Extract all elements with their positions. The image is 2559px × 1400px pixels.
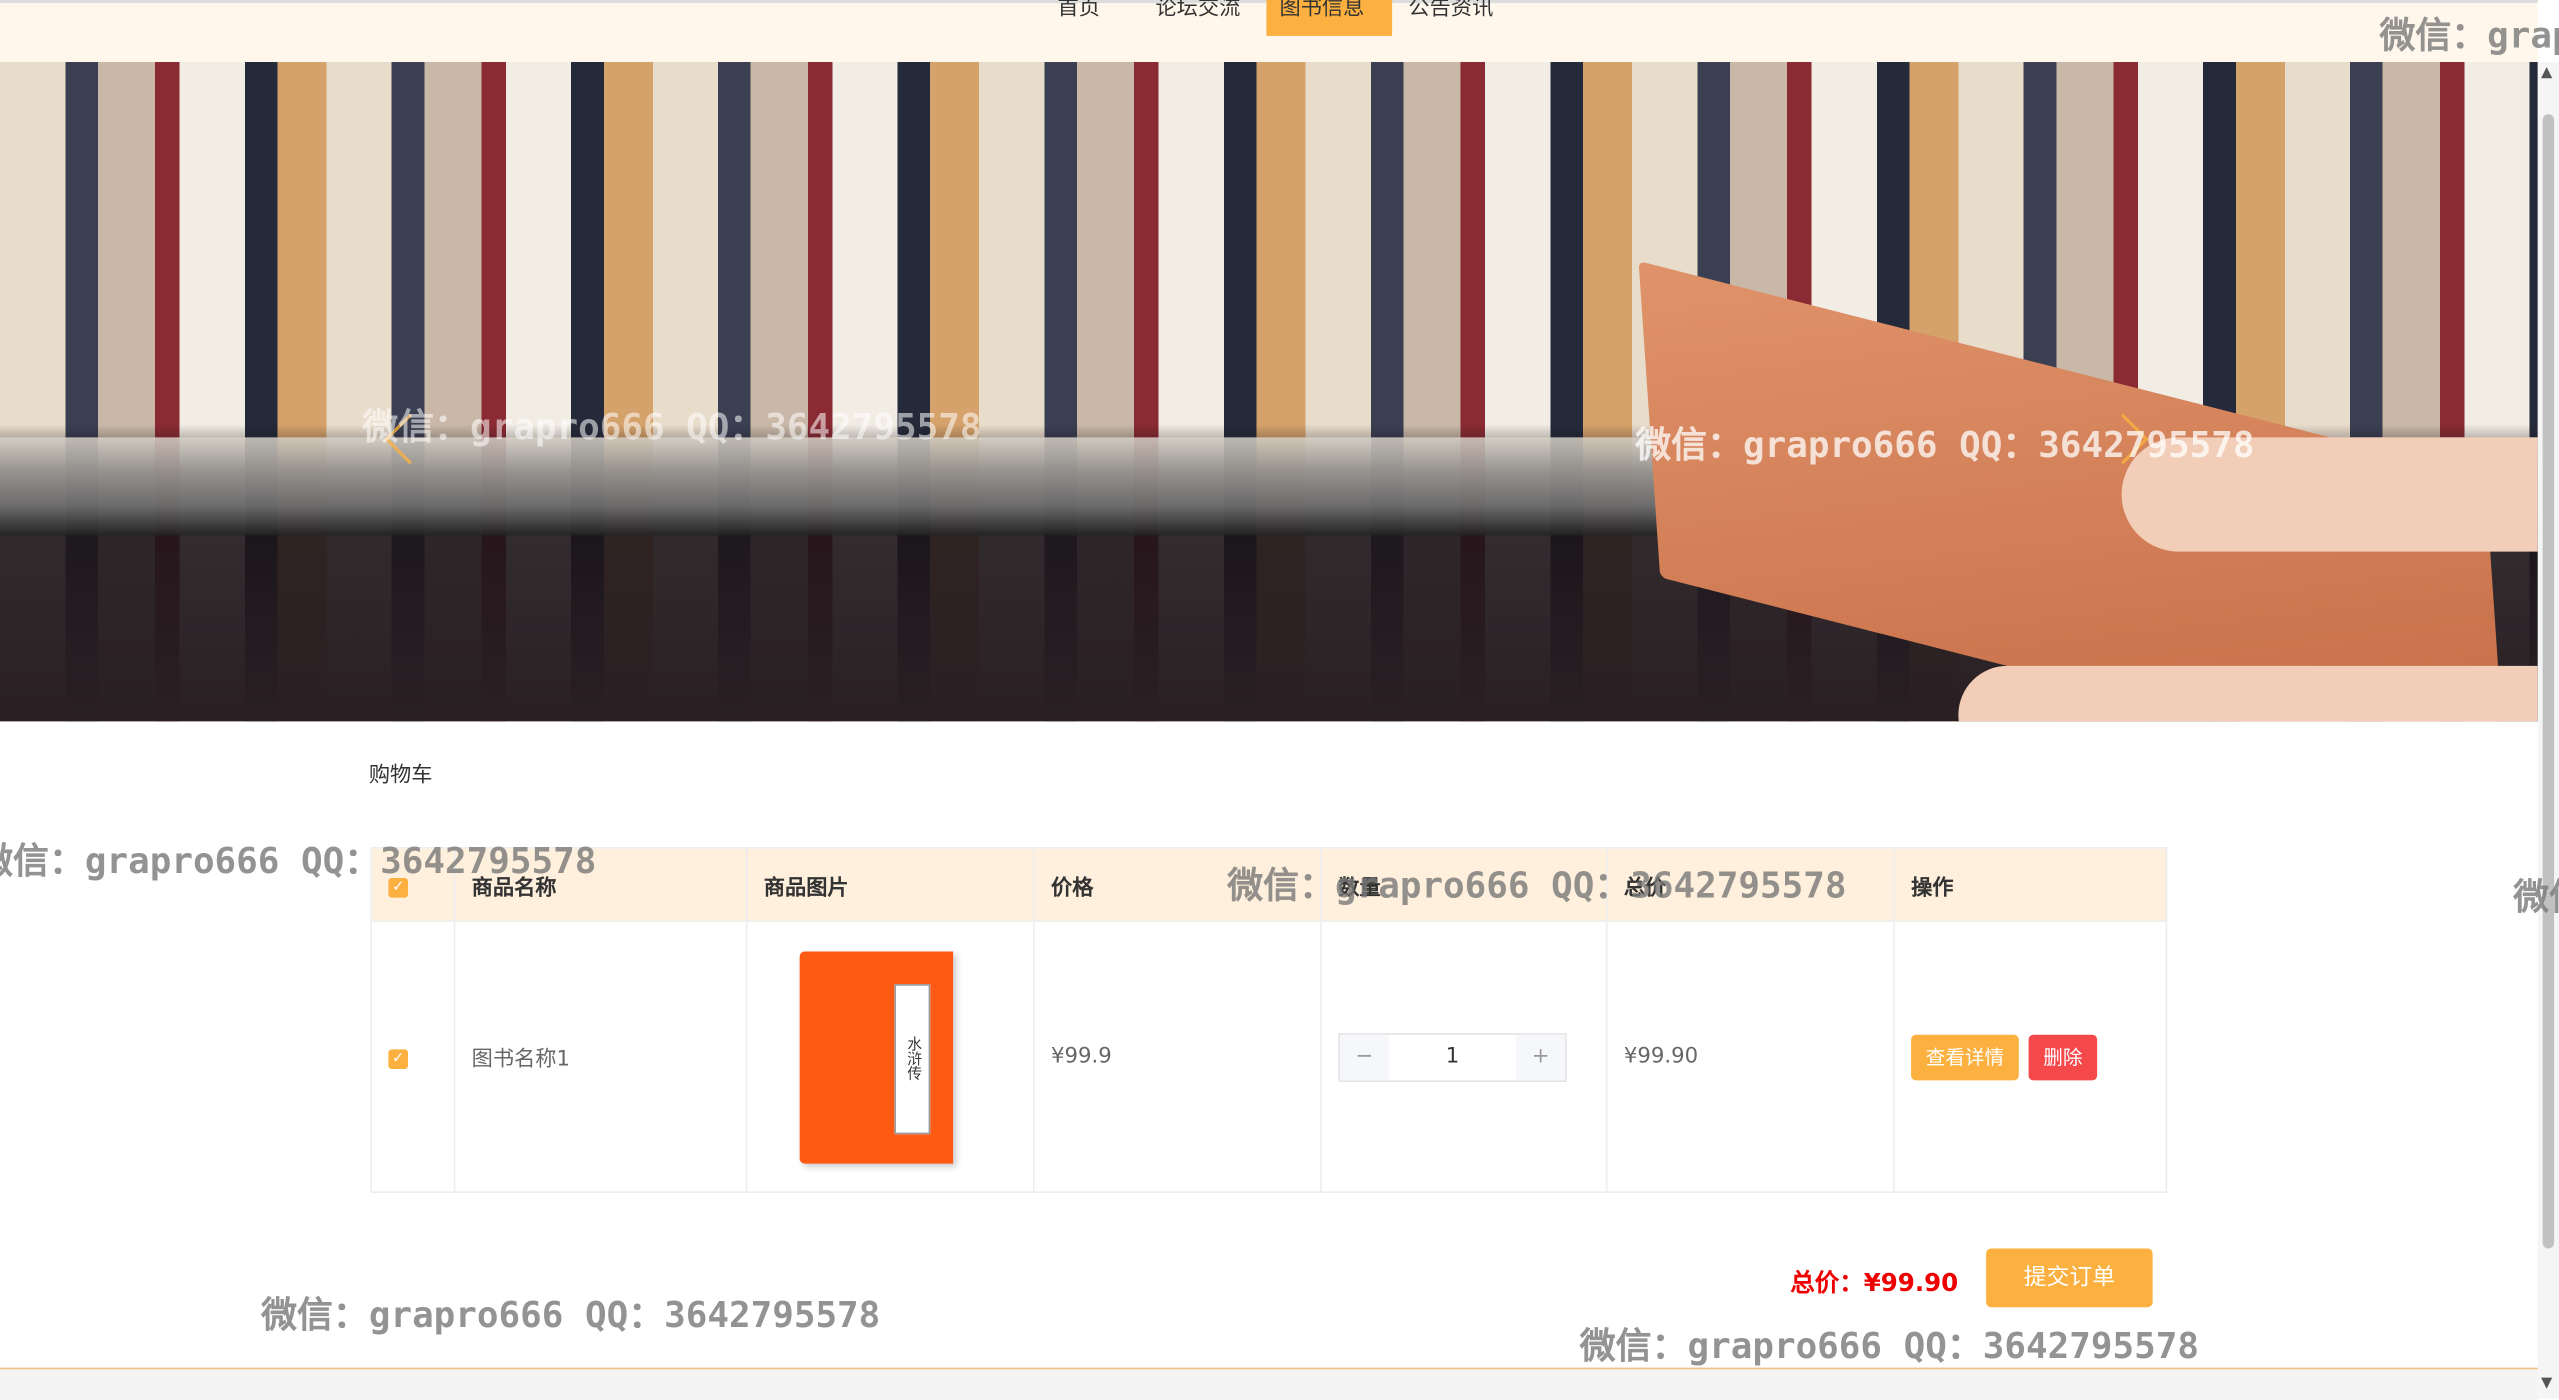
col-actions: 操作 — [1893, 847, 2168, 923]
decrease-button[interactable]: − — [1339, 1033, 1389, 1080]
select-all-checkbox[interactable]: ✓ — [388, 877, 408, 897]
grand-total: 总价：¥99.90 — [1790, 1268, 1959, 1298]
banner-hand — [1958, 665, 2538, 722]
view-detail-button[interactable]: 查看详情 — [1911, 1033, 2019, 1080]
scroll-down-icon[interactable]: ▼ — [2541, 1376, 2552, 1392]
col-price: 价格 — [1033, 847, 1322, 923]
cart-table: ✓ 商品名称 商品图片 价格 数量 总价 操作 ✓ 图书名称1 水浒传 ¥99.… — [370, 847, 2168, 1193]
footer — [0, 1367, 2538, 1400]
nav-news[interactable]: 公告资讯 — [1395, 0, 1506, 26]
submit-order-button[interactable]: 提交订单 — [1986, 1248, 2153, 1308]
nav-books[interactable]: 图书信息 — [1266, 0, 1393, 36]
quantity-stepper: − 1 + — [1338, 1032, 1567, 1082]
product-image[interactable]: 水浒传 — [799, 950, 954, 1163]
table-header: ✓ 商品名称 商品图片 价格 数量 总价 操作 — [370, 847, 2168, 923]
nav-forum[interactable]: 论坛交流 — [1142, 0, 1253, 26]
delete-button[interactable]: 删除 — [2028, 1033, 2098, 1080]
col-image: 商品图片 — [745, 847, 1035, 923]
watermark: 微信：grapro666 QQ：3642795578 — [1579, 1326, 2199, 1368]
product-price: ¥99.9 — [1033, 920, 1322, 1193]
col-quantity: 数量 — [1320, 847, 1608, 923]
watermark: 微信：grapro666 QQ：3642795578 — [261, 1295, 881, 1337]
table-row: ✓ 图书名称1 水浒传 ¥99.9 − 1 + ¥99.90 查看详情 删除 — [370, 920, 2168, 1193]
scrollbar-thumb[interactable] — [2542, 114, 2555, 1249]
product-image-title: 水浒传 — [894, 983, 931, 1134]
page-title: 购物车 — [368, 763, 433, 789]
banner-carousel — [0, 62, 2538, 722]
row-checkbox[interactable]: ✓ — [388, 1049, 408, 1069]
product-name: 图书名称1 — [453, 920, 748, 1193]
col-total: 总价 — [1605, 847, 1895, 923]
row-total: ¥99.90 — [1605, 920, 1895, 1193]
increase-button[interactable]: + — [1516, 1033, 1566, 1080]
banner-hand — [2121, 437, 2538, 552]
top-nav: 首页 论坛交流 图书信息 公告资讯 — [0, 0, 2538, 63]
scroll-up-icon[interactable]: ▲ — [2541, 65, 2552, 81]
col-name: 商品名称 — [453, 847, 748, 923]
quantity-input[interactable]: 1 — [1389, 1034, 1516, 1080]
nav-home[interactable]: 首页 — [1044, 0, 1113, 26]
